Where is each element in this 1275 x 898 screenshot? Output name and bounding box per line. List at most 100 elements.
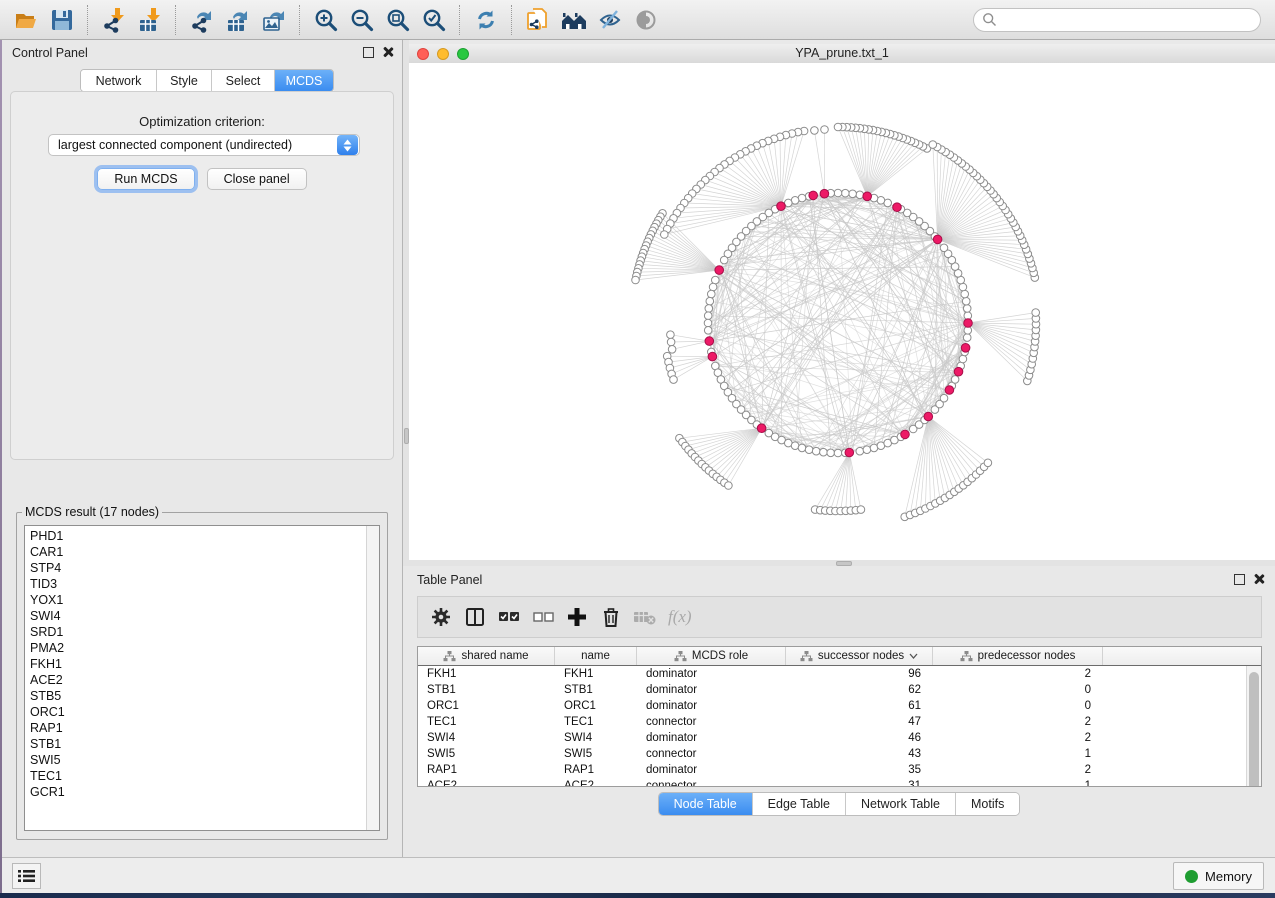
open-session-icon[interactable] bbox=[11, 5, 41, 35]
export-image-icon[interactable] bbox=[259, 5, 289, 35]
control-panel-tabs: Network Style Select MCDS bbox=[80, 69, 334, 92]
table-cell: connector bbox=[637, 778, 786, 786]
table-cell: dominator bbox=[637, 698, 786, 714]
table-row[interactable]: ORC1ORC1dominator610 bbox=[418, 698, 1247, 714]
run-mcds-button[interactable]: Run MCDS bbox=[97, 168, 194, 190]
mcds-result-item[interactable]: SWI5 bbox=[30, 752, 363, 768]
table-cell: ORC1 bbox=[555, 698, 637, 714]
splitter-grip[interactable] bbox=[404, 428, 409, 444]
export-table-icon[interactable] bbox=[223, 5, 253, 35]
delete-table-icon[interactable] bbox=[630, 602, 660, 632]
table-row[interactable]: SWI4SWI4dominator462 bbox=[418, 730, 1247, 746]
tab-node-table[interactable]: Node Table bbox=[659, 793, 753, 815]
import-network-icon[interactable] bbox=[99, 5, 129, 35]
table-row[interactable]: SWI5SWI5connector431 bbox=[418, 746, 1247, 762]
show-graphics-icon[interactable] bbox=[631, 5, 661, 35]
search-icon bbox=[982, 12, 997, 27]
column-header-name[interactable]: name bbox=[555, 647, 637, 665]
mcds-result-item[interactable]: TEC1 bbox=[30, 768, 363, 784]
deselect-all-icon[interactable] bbox=[528, 602, 558, 632]
mcds-result-item[interactable]: CAR1 bbox=[30, 544, 363, 560]
mcds-result-item[interactable]: STP4 bbox=[30, 560, 363, 576]
table-panel-title: Table Panel bbox=[417, 573, 482, 587]
table-panel: Table Panel f(x) shared name bbox=[403, 566, 1275, 858]
tab-mcds[interactable]: MCDS bbox=[275, 70, 333, 91]
splitter-grip[interactable] bbox=[836, 561, 852, 566]
mcds-list-scrollbar[interactable] bbox=[366, 526, 379, 830]
table-cell: 62 bbox=[786, 682, 933, 698]
table-settings-gear-icon[interactable] bbox=[426, 602, 456, 632]
function-builder-icon[interactable]: f(x) bbox=[668, 607, 692, 627]
column-header-mcds-role[interactable]: MCDS role bbox=[637, 647, 786, 665]
mcds-result-item[interactable]: ORC1 bbox=[30, 704, 363, 720]
mcds-result-item[interactable]: TID3 bbox=[30, 576, 363, 592]
float-panel-icon[interactable] bbox=[363, 47, 374, 58]
column-header-predecessor-nodes[interactable]: predecessor nodes bbox=[933, 647, 1103, 665]
mcds-result-item[interactable]: ACE2 bbox=[30, 672, 363, 688]
tab-network[interactable]: Network bbox=[81, 70, 157, 91]
select-all-icon[interactable] bbox=[494, 602, 524, 632]
refresh-icon[interactable] bbox=[471, 5, 501, 35]
tab-motifs[interactable]: Motifs bbox=[956, 793, 1019, 815]
mcds-result-item[interactable]: FKH1 bbox=[30, 656, 363, 672]
table-tab-bar: Node Table Edge Table Network Table Moti… bbox=[658, 792, 1021, 816]
tab-edge-table[interactable]: Edge Table bbox=[753, 793, 846, 815]
table-scrollbar[interactable] bbox=[1246, 666, 1261, 786]
search-input[interactable] bbox=[973, 8, 1261, 32]
clone-network-icon[interactable] bbox=[523, 5, 553, 35]
import-table-icon[interactable] bbox=[135, 5, 165, 35]
save-session-icon[interactable] bbox=[47, 5, 77, 35]
table-row[interactable]: RAP1RAP1dominator352 bbox=[418, 762, 1247, 778]
hide-graphics-icon[interactable] bbox=[595, 5, 625, 35]
table-cell: 2 bbox=[933, 714, 1103, 730]
zoom-selected-icon[interactable] bbox=[419, 5, 449, 35]
column-header-successor-nodes[interactable]: successor nodes bbox=[786, 647, 933, 665]
tab-style[interactable]: Style bbox=[157, 70, 212, 91]
table-cell: 46 bbox=[786, 730, 933, 746]
sort-chevron-icon bbox=[909, 653, 918, 659]
table-cell: SWI4 bbox=[418, 730, 555, 746]
tab-select[interactable]: Select bbox=[212, 70, 275, 91]
node-table-body[interactable]: FKH1FKH1dominator962STB1STB1dominator620… bbox=[418, 666, 1247, 786]
table-scrollbar-thumb[interactable] bbox=[1249, 672, 1259, 787]
table-row[interactable]: ACE2ACE2connector311 bbox=[418, 778, 1247, 786]
table-row[interactable]: STB1STB1dominator620 bbox=[418, 682, 1247, 698]
network-canvas[interactable] bbox=[409, 63, 1275, 560]
first-neighbors-icon[interactable] bbox=[559, 5, 589, 35]
add-column-icon[interactable] bbox=[562, 602, 592, 632]
tab-network-table[interactable]: Network Table bbox=[846, 793, 956, 815]
delete-column-icon[interactable] bbox=[596, 602, 626, 632]
network-window-titlebar[interactable]: YPA_prune.txt_1 bbox=[409, 44, 1275, 64]
show-columns-icon[interactable] bbox=[460, 602, 490, 632]
mcds-result-item[interactable]: YOX1 bbox=[30, 592, 363, 608]
mcds-result-item[interactable]: PMA2 bbox=[30, 640, 363, 656]
mcds-result-item[interactable]: SRD1 bbox=[30, 624, 363, 640]
memory-button[interactable]: Memory bbox=[1173, 862, 1264, 890]
table-cell: 1 bbox=[933, 746, 1103, 762]
close-panel-icon[interactable] bbox=[382, 46, 394, 58]
mcds-result-item[interactable]: SWI4 bbox=[30, 608, 363, 624]
float-panel-icon[interactable] bbox=[1234, 574, 1245, 585]
close-panel-button[interactable]: Close panel bbox=[207, 168, 307, 190]
mcds-result-item[interactable]: PHD1 bbox=[30, 528, 363, 544]
mcds-result-item[interactable]: STB5 bbox=[30, 688, 363, 704]
application-window: Control Panel Network Style Select MCDS … bbox=[0, 0, 1275, 898]
close-panel-icon[interactable] bbox=[1253, 573, 1265, 585]
table-toolbar: f(x) bbox=[417, 596, 1262, 638]
network-window-title: YPA_prune.txt_1 bbox=[409, 46, 1275, 60]
mcds-result-list[interactable]: PHD1CAR1STP4TID3YOX1SWI4SRD1PMA2FKH1ACE2… bbox=[24, 525, 380, 831]
table-cell: 35 bbox=[786, 762, 933, 778]
task-history-button[interactable] bbox=[12, 863, 41, 889]
export-network-icon[interactable] bbox=[187, 5, 217, 35]
column-header-shared-name[interactable]: shared name bbox=[418, 647, 555, 665]
zoom-fit-icon[interactable] bbox=[383, 5, 413, 35]
zoom-in-icon[interactable] bbox=[311, 5, 341, 35]
mcds-result-item[interactable]: GCR1 bbox=[30, 784, 363, 800]
zoom-out-icon[interactable] bbox=[347, 5, 377, 35]
optimization-criterion-select[interactable]: largest connected component (undirected) bbox=[48, 134, 360, 156]
table-row[interactable]: TEC1TEC1connector472 bbox=[418, 714, 1247, 730]
table-row[interactable]: FKH1FKH1dominator962 bbox=[418, 666, 1247, 682]
toolbar-separator bbox=[459, 5, 461, 35]
mcds-result-item[interactable]: STB1 bbox=[30, 736, 363, 752]
mcds-result-item[interactable]: RAP1 bbox=[30, 720, 363, 736]
